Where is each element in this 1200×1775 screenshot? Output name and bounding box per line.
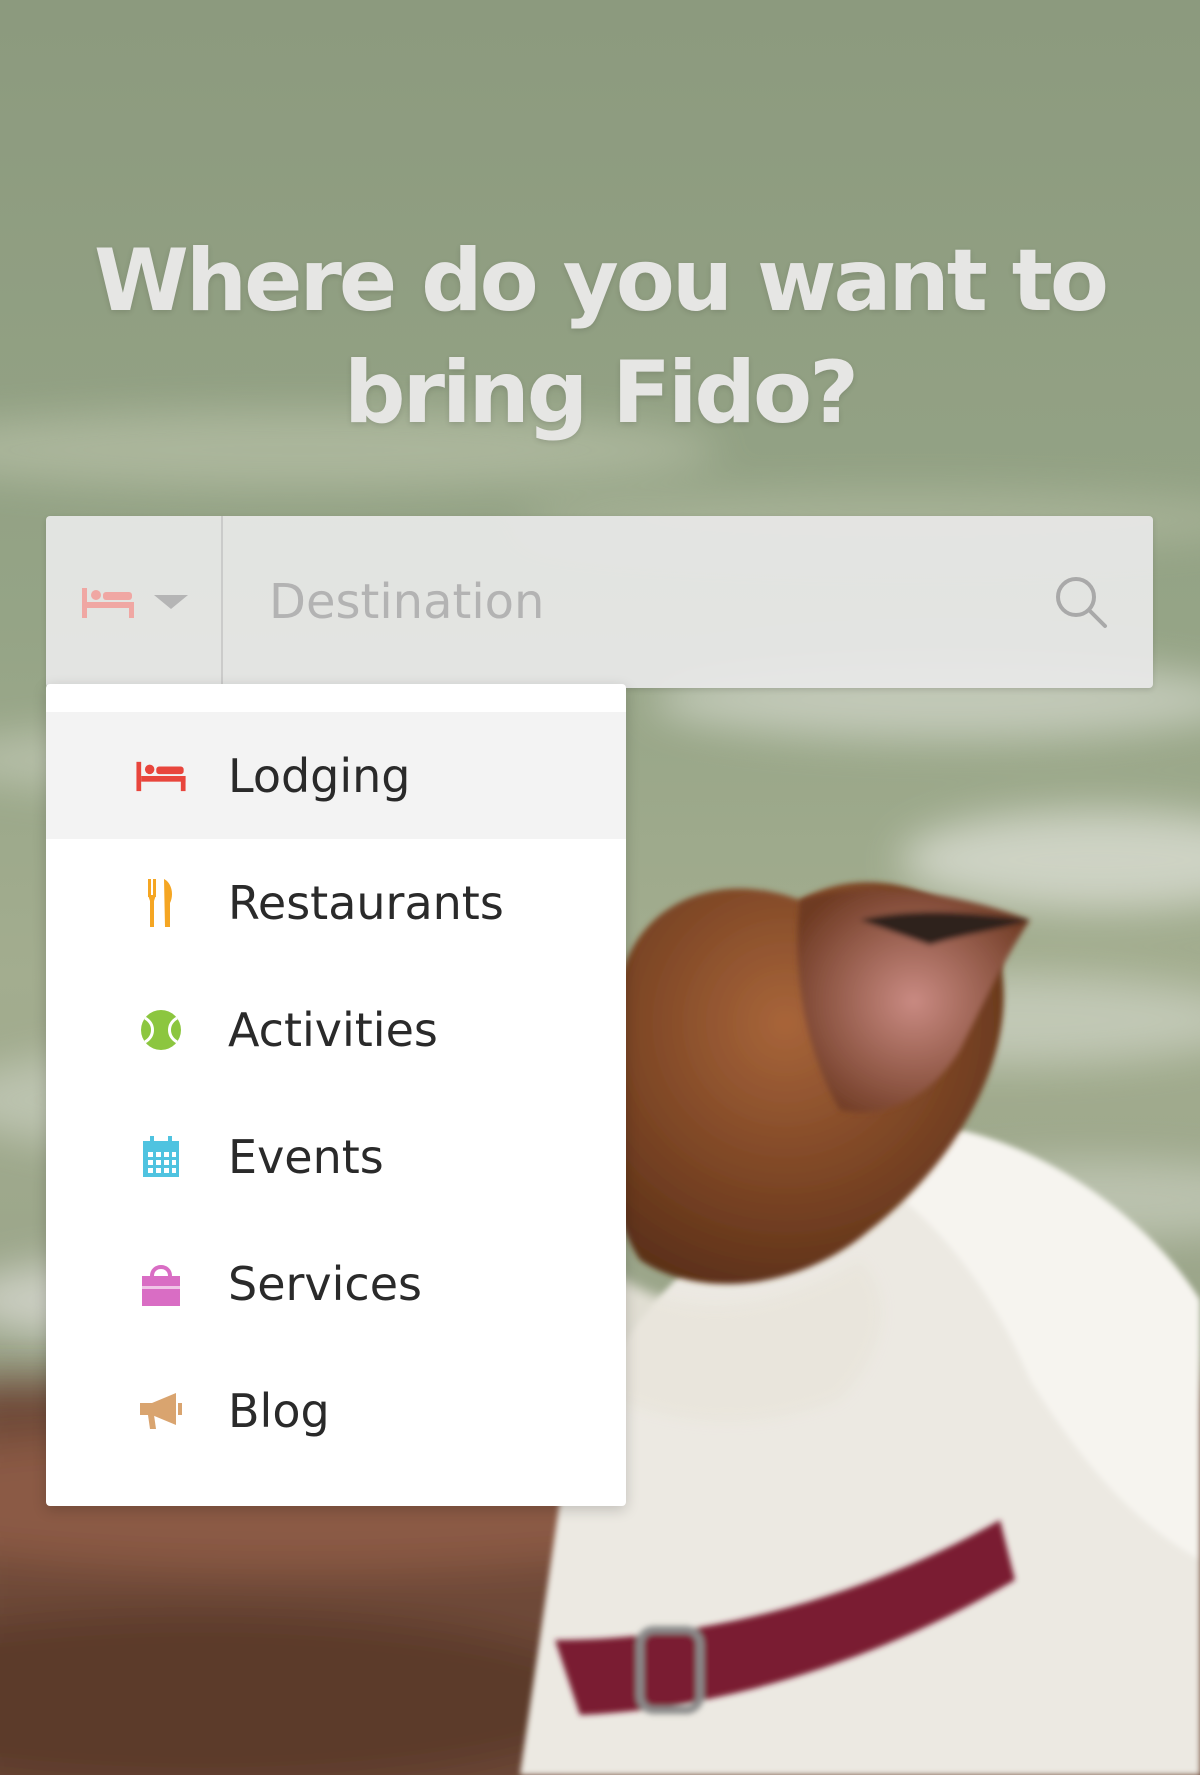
tennis-ball-icon: [131, 1008, 191, 1052]
menu-item-label: Lodging: [228, 748, 411, 803]
shopping-bag-icon: [131, 1260, 191, 1308]
chevron-down-icon: [153, 595, 188, 609]
search-icon[interactable]: [1053, 574, 1109, 630]
calendar-icon: [131, 1135, 191, 1179]
fork-knife-icon: [131, 877, 191, 929]
title-line-1: Where do you want to: [94, 231, 1109, 331]
menu-item-label: Activities: [228, 1002, 438, 1057]
menu-item-label: Blog: [228, 1383, 330, 1438]
category-dropdown-toggle[interactable]: [46, 516, 223, 688]
category-dropdown-menu: Lodging Restaurants Activities Events Se…: [46, 684, 626, 1506]
menu-item-events[interactable]: Events: [46, 1093, 626, 1220]
menu-item-blog[interactable]: Blog: [46, 1347, 626, 1474]
page-title: Where do you want to bring Fido?: [0, 225, 1200, 449]
title-line-2: bring Fido?: [344, 343, 859, 443]
bed-icon: [131, 759, 191, 793]
megaphone-icon: [131, 1391, 191, 1431]
destination-input[interactable]: [267, 573, 1031, 631]
menu-item-lodging[interactable]: Lodging: [46, 712, 626, 839]
menu-item-label: Restaurants: [228, 875, 504, 930]
menu-item-activities[interactable]: Activities: [46, 966, 626, 1093]
menu-item-label: Events: [228, 1129, 384, 1184]
bed-icon: [80, 584, 136, 620]
page: Where do you want to bring Fido? Destina…: [0, 0, 1200, 1775]
menu-item-label: Services: [228, 1256, 422, 1311]
menu-item-services[interactable]: Services: [46, 1220, 626, 1347]
search-bar: [46, 516, 1153, 688]
destination-field-wrap: [223, 516, 1153, 688]
menu-item-restaurants[interactable]: Restaurants: [46, 839, 626, 966]
